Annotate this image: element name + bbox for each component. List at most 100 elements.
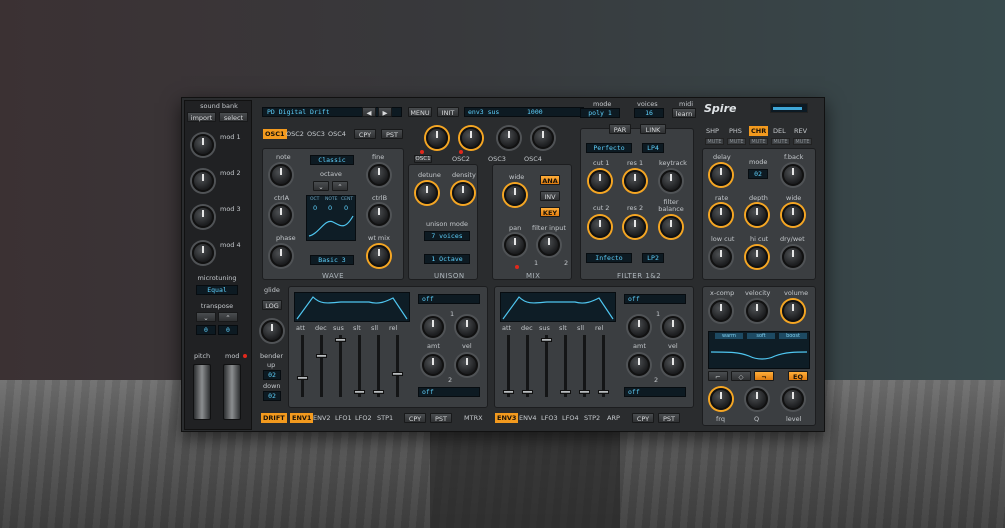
menu-button[interactable]: MENU (408, 107, 432, 117)
tab-arp[interactable]: ARP (607, 413, 620, 423)
tab-stp1[interactable]: STP1 (377, 413, 393, 423)
eq-highshelf-button[interactable]: ¬ (754, 371, 774, 381)
eq-button[interactable]: EQ (788, 371, 808, 381)
mute-rev[interactable]: MUTE (793, 138, 812, 145)
eq-level-knob[interactable] (782, 388, 804, 410)
env1-dest2-display[interactable]: off (418, 387, 480, 397)
tab-chr[interactable]: CHR (749, 126, 769, 136)
fx-mode-display[interactable]: 02 (748, 169, 768, 179)
bender-up-display[interactable]: 02 (263, 370, 281, 380)
tab-env1[interactable]: ENV1 (290, 413, 314, 423)
env1-vel1-knob[interactable] (456, 316, 478, 338)
osc1-level-knob[interactable] (426, 127, 448, 149)
unison-mode-display[interactable]: 7 voices (424, 231, 470, 241)
filter2-type-display[interactable]: Infecto (586, 253, 632, 263)
pan-knob[interactable] (504, 234, 526, 256)
transpose-down-button[interactable]: ⌄ (196, 312, 216, 322)
env2-vel2-knob[interactable] (662, 354, 684, 376)
env2-dest2-display[interactable]: off (624, 387, 686, 397)
fine-knob[interactable] (368, 164, 390, 186)
mute-shp[interactable]: MUTE (705, 138, 724, 145)
mod-3-knob[interactable] (192, 206, 214, 228)
filter-balance-knob[interactable] (660, 216, 682, 238)
transpose-display[interactable]: 0 (196, 325, 216, 335)
env2-amt1-knob[interactable] (628, 316, 650, 338)
xcomp-knob[interactable] (710, 300, 732, 322)
env2-vel1-knob[interactable] (662, 316, 684, 338)
tab-del[interactable]: DEL (773, 126, 786, 136)
mod-1-knob[interactable] (192, 134, 214, 156)
wt-mix-knob[interactable] (368, 245, 390, 267)
hi-cut-knob[interactable] (746, 246, 768, 268)
osc-paste-button[interactable]: PST (381, 129, 403, 139)
osc4-level-knob[interactable] (532, 127, 554, 149)
mix-wide-knob[interactable] (504, 184, 526, 206)
env2-dec-fader[interactable] (522, 390, 533, 394)
mod-wheel[interactable] (223, 364, 241, 420)
env1-amt1-knob[interactable] (422, 316, 444, 338)
cut1-knob[interactable] (589, 170, 611, 192)
ctrlA-knob[interactable] (270, 204, 292, 226)
env2-amt2-knob[interactable] (628, 354, 650, 376)
env1-dest1-display[interactable]: off (418, 294, 480, 304)
tab-phs[interactable]: PHS (729, 126, 742, 136)
rate-knob[interactable] (710, 204, 732, 226)
env2-rel-fader[interactable] (598, 390, 609, 394)
filter2-mode-display[interactable]: LP2 (642, 253, 664, 263)
preset-next-button[interactable]: ▶ (378, 107, 392, 117)
env3-paste-button[interactable]: PST (658, 413, 680, 423)
tab-env3[interactable]: ENV3 (495, 413, 519, 423)
tab-lfo3[interactable]: LFO3 (541, 413, 558, 423)
eq-lowshelf-button[interactable]: ⌐ (708, 371, 728, 381)
env2-sus-fader[interactable] (541, 338, 552, 342)
inv-button[interactable]: INV (540, 191, 560, 201)
fback-knob[interactable] (782, 164, 804, 186)
tab-osc4[interactable]: OSC4 (328, 129, 346, 139)
eq-tab-soft[interactable]: soft (747, 333, 775, 339)
density-knob[interactable] (452, 182, 474, 204)
cut2-knob[interactable] (589, 216, 611, 238)
osc-copy-button[interactable]: CPY (354, 129, 376, 139)
eq-peak-button[interactable]: ◇ (731, 371, 751, 381)
mute-phs[interactable]: MUTE (727, 138, 746, 145)
env1-copy-button[interactable]: CPY (404, 413, 426, 423)
eq-tab-boost[interactable]: boost (779, 333, 807, 339)
tab-env2[interactable]: ENV2 (313, 413, 331, 423)
tab-stp2[interactable]: STP2 (584, 413, 600, 423)
eq-tab-warm[interactable]: warm (715, 333, 743, 339)
select-button[interactable]: select (219, 112, 248, 122)
res1-knob[interactable] (624, 170, 646, 192)
env1-rel-fader[interactable] (392, 372, 403, 376)
env1-slt-fader[interactable] (354, 390, 365, 394)
osc2-level-knob[interactable] (460, 127, 482, 149)
env1-sus-fader[interactable] (335, 338, 346, 342)
env2-slt-fader[interactable] (560, 390, 571, 394)
osc3-level-knob[interactable] (498, 127, 520, 149)
tab-lfo2[interactable]: LFO2 (355, 413, 372, 423)
env1-amt2-knob[interactable] (422, 354, 444, 376)
depth-knob[interactable] (746, 204, 768, 226)
octave-up-button[interactable]: ⌃ (332, 181, 348, 191)
env-parameter-display[interactable]: env3 sus 1000 (464, 107, 584, 117)
pitch-wheel[interactable] (193, 364, 211, 420)
volume-knob[interactable] (782, 300, 804, 322)
env2-att-fader[interactable] (503, 390, 514, 394)
drywet-knob[interactable] (782, 246, 804, 268)
par-button[interactable]: PAR (609, 124, 631, 134)
env1-vel2-knob[interactable] (456, 354, 478, 376)
note-knob[interactable] (270, 164, 292, 186)
glide-knob[interactable] (261, 320, 283, 342)
bender-down-display[interactable]: 02 (263, 391, 281, 401)
octave-down-button[interactable]: ⌄ (313, 181, 329, 191)
drift-button[interactable]: DRIFT (261, 413, 287, 423)
mod-4-knob[interactable] (192, 242, 214, 264)
env2-sll-fader[interactable] (579, 390, 590, 394)
detune-knob[interactable] (416, 182, 438, 204)
filter1-mode-display[interactable]: LP4 (642, 143, 664, 153)
tab-shp[interactable]: SHP (706, 126, 719, 136)
init-button[interactable]: INIT (437, 107, 459, 117)
import-button[interactable]: import (187, 112, 216, 122)
tab-rev[interactable]: REV (794, 126, 807, 136)
tab-lfo4[interactable]: LFO4 (562, 413, 579, 423)
env2-dest1-display[interactable]: off (624, 294, 686, 304)
